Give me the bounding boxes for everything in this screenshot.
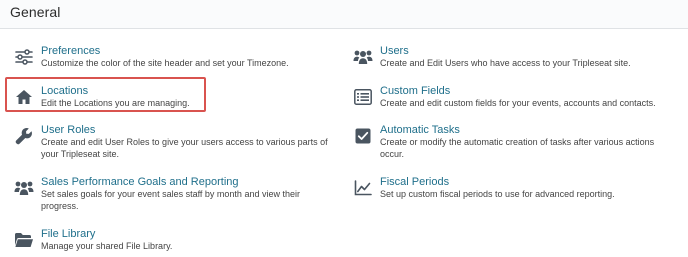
home-icon: [14, 87, 34, 107]
file-library-description: Manage your shared File Library.: [41, 241, 173, 251]
users-icon: [14, 178, 34, 198]
sliders-icon: [14, 47, 34, 67]
section-header: General: [0, 0, 688, 29]
fiscal-periods-description: Set up custom fiscal periods to use for …: [380, 189, 615, 199]
custom-fields-description: Create and edit custom fields for your e…: [380, 98, 656, 108]
list-icon: [353, 87, 373, 107]
automatic-tasks-description: Create or modify the automatic creation …: [380, 137, 655, 159]
wrench-icon: [14, 126, 34, 146]
locations-link[interactable]: Locations: [41, 85, 88, 97]
fiscal-periods-link[interactable]: Fiscal Periods: [380, 176, 449, 188]
sales-goals-description: Set sales goals for your event sales sta…: [41, 189, 300, 211]
automatic-tasks-link[interactable]: Automatic Tasks: [380, 124, 460, 136]
line-chart-icon: [353, 178, 373, 198]
file-library-link[interactable]: File Library: [41, 228, 95, 240]
user-roles-description: Create and edit User Roles to give your …: [41, 137, 328, 159]
users-link[interactable]: Users: [380, 45, 409, 57]
custom-fields-link[interactable]: Custom Fields: [380, 85, 450, 97]
checkbox-icon: [353, 126, 373, 146]
locations-description: Edit the Locations you are managing.: [41, 98, 190, 108]
users-icon: [353, 47, 373, 67]
folder-icon: [14, 230, 34, 250]
sales-goals-link[interactable]: Sales Performance Goals and Reporting: [41, 176, 239, 188]
preferences-link[interactable]: Preferences: [41, 45, 100, 57]
preferences-description: Customize the color of the site header a…: [41, 58, 289, 68]
users-description: Create and Edit Users who have access to…: [380, 58, 631, 68]
user-roles-link[interactable]: User Roles: [41, 124, 95, 136]
section-title: General: [10, 4, 61, 20]
